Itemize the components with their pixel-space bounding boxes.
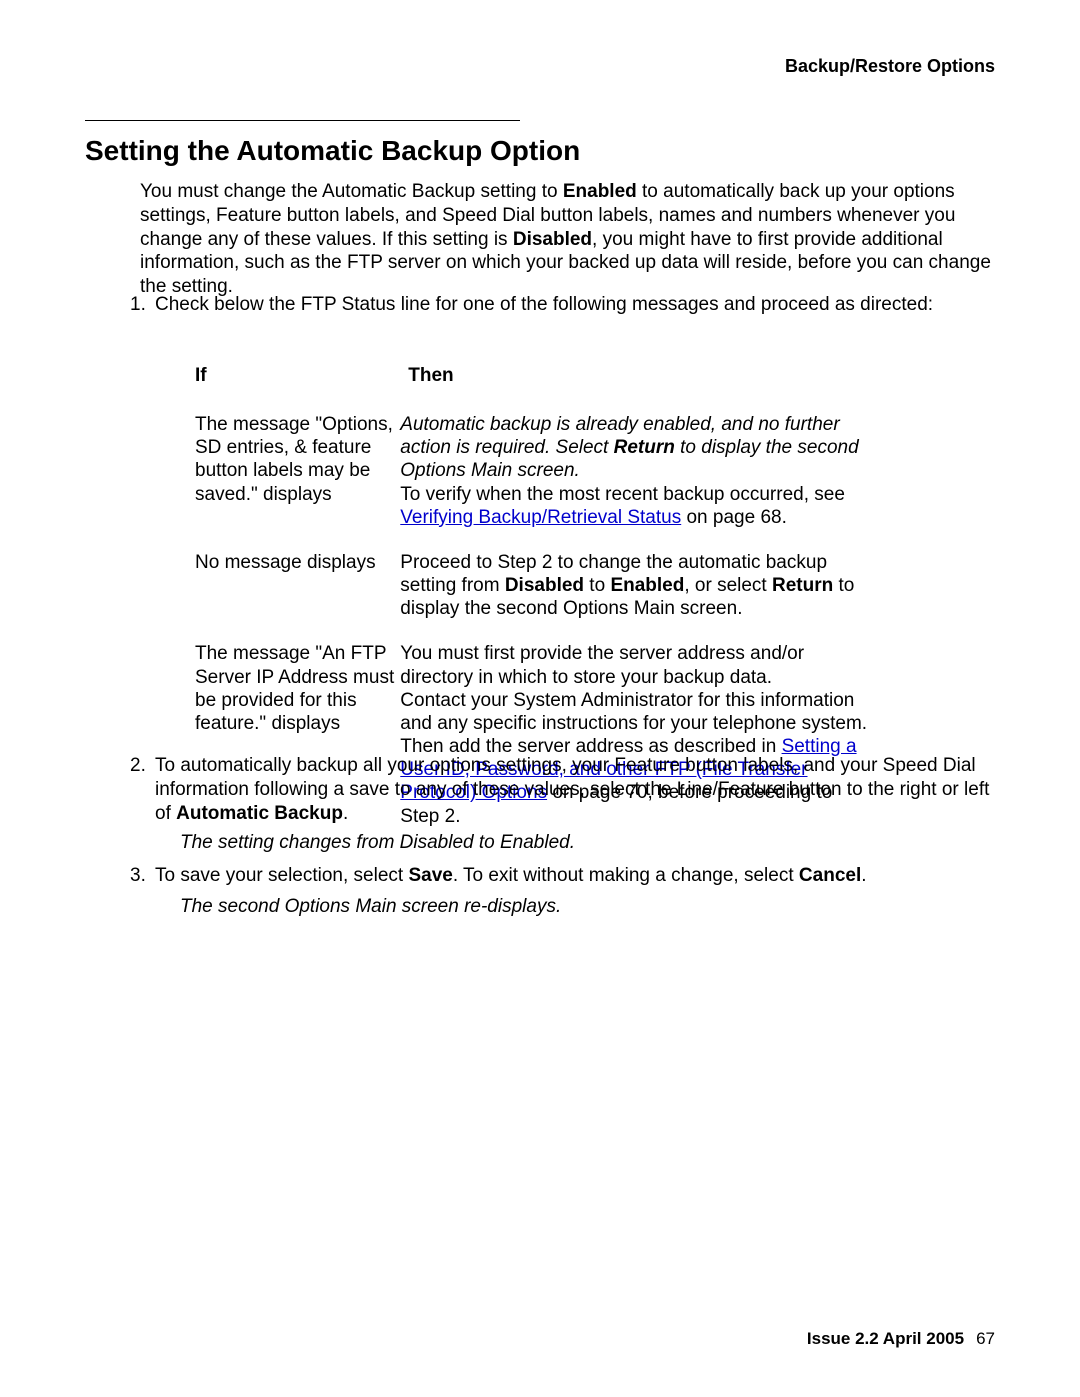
step-3-t2: . To exit without making a change, selec… [453,865,799,886]
footer-issue: Issue 2.2 April 2005 [807,1329,964,1348]
row1-then-text-1: To verify when the most recent backup oc… [400,484,845,505]
table-row: No message displays Proceed to Step 2 to… [195,551,895,621]
step-3-t1: To save your selection, select [155,865,408,886]
heading-rule [85,120,520,121]
step-1: 1. Check below the FTP Status line for o… [155,293,995,317]
row2-then-b2: Enabled [610,575,684,596]
intro-text-1: You must change the Automatic Backup set… [140,181,563,202]
step-3-t3: . [861,865,866,886]
step-1-text: Check below the FTP Status line for one … [155,294,933,315]
step-3-number: 3. [130,864,146,888]
table-row: The message "Options, SD entries, & feat… [195,413,895,529]
page-title: Setting the Automatic Backup Option [85,135,580,167]
intro-paragraph: You must change the Automatic Backup set… [140,180,995,299]
row2-then: Proceed to Step 2 to change the automati… [400,551,870,621]
step-2-result: The setting changes from Disabled to Ena… [180,832,995,854]
row2-if: No message displays [195,551,395,574]
row3-if: The message "An FTP Server IP Address mu… [195,642,395,735]
row1-if: The message "Options, SD entries, & feat… [195,413,395,506]
table-header-row: If Then [195,365,895,387]
step-3-b1: Save [408,865,452,886]
row2-then-b1: Disabled [505,575,584,596]
table-header-if: If [195,365,403,387]
row2-then-t2: to [584,575,610,596]
row1-then-italic-bold: Return [614,437,675,458]
step-3: 3. To save your selection, select Save. … [155,864,995,888]
step-2-b1: Automatic Backup [176,803,343,824]
step-2-number: 2. [130,754,146,778]
step-3-result: The second Options Main screen re-displa… [180,896,995,918]
intro-bold-1: Enabled [563,181,637,202]
row1-then: Automatic backup is already enabled, and… [400,413,870,529]
header-section: Backup/Restore Options [785,56,995,77]
intro-bold-2: Disabled [513,229,592,250]
table-header-then: Then [408,365,453,387]
row2-then-b3: Return [772,575,833,596]
row2-then-t3: , or select [684,575,772,596]
row1-then-text-2: on page 68. [681,507,787,528]
row3-then-p1: You must first provide the server addres… [400,643,804,687]
step-2: 2. To automatically backup all your opti… [155,754,995,825]
step-3-b2: Cancel [799,865,861,886]
step-2-t2: . [343,803,348,824]
page-footer: Issue 2.2 April 2005 67 [807,1329,995,1349]
footer-page-number: 67 [976,1329,995,1348]
step-1-number: 1. [130,293,146,317]
row1-link[interactable]: Verifying Backup/Retrieval Status [400,507,681,528]
